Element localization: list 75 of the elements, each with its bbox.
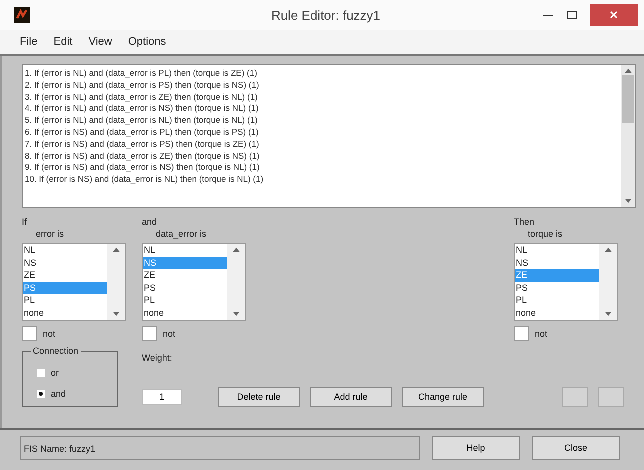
rule-line[interactable]: 2. If (error is NL) and (data_error is PS) then (torque is NS) (1) xyxy=(25,80,260,92)
menu-item[interactable]: Options xyxy=(128,36,166,48)
radio-button[interactable] xyxy=(37,368,45,376)
list-item[interactable]: PS xyxy=(143,282,227,294)
scrollbar[interactable] xyxy=(107,244,125,320)
list-item[interactable]: NL xyxy=(143,244,227,256)
variable-label: data_error is xyxy=(155,228,208,240)
list-item[interactable]: none xyxy=(143,306,227,319)
scrollbar[interactable] xyxy=(227,244,245,320)
variable-prefix: and xyxy=(142,216,158,228)
close-icon xyxy=(609,10,619,20)
not-checkbox[interactable] xyxy=(22,326,37,341)
rule-line[interactable]: 10. If (error is NS) and (data_error is NL) then (torque is NL) (1) xyxy=(25,174,264,186)
list-item[interactable]: PL xyxy=(515,294,599,306)
list-item[interactable]: NL xyxy=(23,244,107,256)
list-item[interactable]: PL xyxy=(23,294,107,306)
menu-item[interactable]: File xyxy=(20,36,38,48)
app-icon xyxy=(14,7,30,23)
not-checkbox[interactable] xyxy=(142,326,157,341)
up-arrow-icon[interactable] xyxy=(232,247,240,252)
weight-field[interactable]: 1 xyxy=(142,389,182,405)
down-arrow-icon[interactable] xyxy=(232,312,240,317)
rules-list[interactable] xyxy=(22,64,636,208)
rule-button[interactable]: Delete rule xyxy=(218,387,300,407)
window-title: Rule Editor: fuzzy1 xyxy=(270,8,382,22)
variable-prefix: If xyxy=(22,216,28,228)
rule-line[interactable]: 7. If (error is NS) and (data_error is PS) then (torque is ZE) (1) xyxy=(25,138,260,151)
rule-line[interactable]: 9. If (error is NS) and (data_error is NS) then (torque is NL) (1) xyxy=(25,162,260,174)
list-item[interactable]: none xyxy=(23,306,107,319)
not-checkbox[interactable] xyxy=(514,326,529,341)
rule-line[interactable]: 3. If (error is NL) and (data_error is ZE) then (torque is NL) (1) xyxy=(25,92,258,104)
down-arrow-icon[interactable] xyxy=(604,312,612,317)
list-item[interactable]: NS xyxy=(23,256,107,269)
rule-button[interactable]: Change rule xyxy=(402,387,484,407)
list-item[interactable]: PL xyxy=(143,294,227,306)
menu-item[interactable]: Edit xyxy=(54,36,73,48)
down-arrow-icon[interactable] xyxy=(624,199,632,204)
membership-list[interactable]: NL NS ZE PS PL none xyxy=(142,243,246,321)
up-arrow-icon[interactable] xyxy=(624,68,632,73)
membership-list[interactable]: NL NS ZE PS PL none xyxy=(514,243,618,321)
menu-item[interactable]: View xyxy=(88,36,112,48)
checkbox-label: not xyxy=(163,328,176,338)
membership-list[interactable]: NL NS ZE PS PL none xyxy=(22,243,126,321)
list-item[interactable]: ZE xyxy=(143,269,227,282)
dialog-button[interactable]: Help xyxy=(432,436,520,460)
rule-button[interactable]: Add rule xyxy=(310,387,392,407)
scrollbar[interactable] xyxy=(621,65,635,207)
close-button[interactable] xyxy=(590,4,638,26)
rule-line[interactable]: 5. If (error is NL) and (data_error is NL) then (torque is NL) (1) xyxy=(25,115,258,127)
variable-label: error is xyxy=(35,228,66,240)
up-arrow-icon[interactable] xyxy=(604,247,612,252)
checkbox-label: not xyxy=(43,328,56,338)
variable-label: torque is xyxy=(527,228,564,240)
list-item[interactable]: NL xyxy=(515,244,599,256)
list-item[interactable]: NS xyxy=(515,256,599,269)
down-arrow-icon[interactable] xyxy=(112,312,120,317)
up-arrow-icon[interactable] xyxy=(112,247,120,252)
rule-line[interactable]: 6. If (error is NS) and (data_error is PL) then (torque is PS) (1) xyxy=(25,126,259,139)
rule-line[interactable]: 4. If (error is NL) and (data_error is NS) then (torque is NL) (1) xyxy=(25,103,259,116)
scrollbar[interactable] xyxy=(599,244,617,320)
dialog-button[interactable]: Close xyxy=(532,436,620,460)
list-item[interactable]: ZE xyxy=(23,269,107,282)
radio-label: and xyxy=(51,388,66,398)
list-item[interactable]: PS xyxy=(515,282,599,294)
radio-button[interactable] xyxy=(37,390,45,398)
status-field: FIS Name: fuzzy1 xyxy=(20,436,420,460)
radio-label: or xyxy=(51,368,60,378)
weight-label: Weight: xyxy=(142,353,174,363)
maximize-icon[interactable] xyxy=(566,10,578,20)
group-title: Connection xyxy=(31,346,81,356)
variable-prefix: Then xyxy=(514,216,536,228)
list-item[interactable]: none xyxy=(515,306,599,319)
rule-line[interactable]: 1. If (error is NL) and (data_error is PL) then (torque is ZE) (1) xyxy=(25,68,258,80)
rule-line[interactable]: 8. If (error is NS) and (data_error is ZE) then (torque is NS) (1) xyxy=(25,150,260,162)
checkbox-label: not xyxy=(535,328,548,338)
